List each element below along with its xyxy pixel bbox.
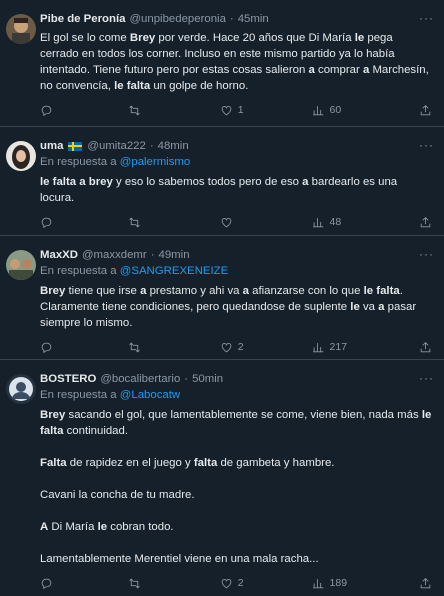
views-count: 189 — [329, 577, 348, 589]
reply-icon — [41, 342, 52, 353]
like-count: 2 — [237, 341, 244, 353]
views-icon — [312, 105, 323, 115]
timestamp[interactable]: 49min — [159, 249, 190, 261]
reply-prefix: En respuesta a — [40, 265, 117, 277]
timestamp[interactable]: 45min — [238, 13, 269, 25]
tweet-text: El gol se lo come Brey por verde. Hace 2… — [40, 32, 429, 92]
reply-context: En respuesta a @palermismo — [40, 156, 432, 172]
reply-button[interactable] — [40, 577, 128, 590]
tweet[interactable]: BOSTERO @bocalibertario · 50min ··· En r… — [0, 360, 444, 596]
reply-mention-link[interactable]: @SANGREXENEIZE — [120, 265, 228, 277]
retweet-button[interactable] — [128, 577, 220, 590]
tweet[interactable]: Pibe de Peronía @unpibedeperonia · 45min… — [0, 0, 444, 127]
retweet-button[interactable] — [128, 104, 220, 117]
action-bar: 1 60 — [40, 94, 432, 126]
reply-button[interactable] — [40, 216, 128, 229]
share-icon — [420, 104, 431, 115]
views-count: 217 — [329, 341, 348, 353]
share-icon — [420, 341, 431, 352]
more-icon[interactable]: ··· — [419, 371, 434, 385]
separator-dot: · — [184, 373, 189, 385]
share-icon — [420, 577, 431, 588]
action-bar: 48 — [40, 206, 432, 238]
share-button[interactable] — [419, 104, 432, 117]
reply-prefix: En respuesta a — [40, 156, 117, 168]
share-button[interactable] — [419, 216, 432, 229]
author-handle[interactable]: @bocalibertario — [100, 373, 180, 385]
views-count: 60 — [329, 104, 342, 116]
separator-dot: · — [149, 140, 154, 152]
more-icon[interactable]: ··· — [419, 11, 434, 25]
views-icon — [312, 342, 323, 352]
retweet-icon — [129, 578, 140, 588]
author-handle[interactable]: @umita222 — [87, 140, 145, 152]
reply-icon — [41, 578, 52, 589]
avatar[interactable] — [6, 141, 36, 171]
avatar[interactable] — [6, 374, 36, 404]
avatar[interactable] — [6, 250, 36, 280]
reply-mention-link[interactable]: @Labocatw — [120, 389, 180, 401]
views-button[interactable]: 217 — [312, 341, 419, 354]
action-bar: 2 189 — [40, 567, 432, 596]
views-count: 48 — [329, 216, 342, 228]
like-icon — [221, 105, 231, 115]
separator-dot: · — [229, 13, 234, 25]
tweet-text: Brey sacando el gol, que lamentablemente… — [40, 409, 432, 565]
separator-dot: · — [150, 249, 155, 261]
author-name[interactable]: BOSTERO — [40, 373, 96, 385]
avatar[interactable] — [6, 14, 36, 44]
action-bar: 2 217 — [40, 331, 432, 363]
author-handle[interactable]: @unpibedeperonia — [129, 13, 225, 25]
like-icon — [221, 342, 231, 352]
like-count: 2 — [237, 577, 244, 589]
share-button[interactable] — [419, 577, 432, 590]
timestamp[interactable]: 50min — [192, 373, 223, 385]
views-icon — [312, 217, 323, 227]
reply-icon — [41, 105, 52, 116]
like-button[interactable]: 1 — [220, 104, 312, 117]
like-button[interactable]: 2 — [220, 577, 312, 590]
tweet-text: le falta a brey y eso lo sabemos todos p… — [40, 176, 398, 204]
reply-context: En respuesta a @SANGREXENEIZE — [40, 265, 432, 281]
more-icon[interactable]: ··· — [419, 138, 434, 152]
reply-button[interactable] — [40, 341, 128, 354]
like-button[interactable]: 2 — [220, 341, 312, 354]
reply-context: En respuesta a @Labocatw — [40, 389, 432, 405]
timestamp[interactable]: 48min — [158, 140, 189, 152]
like-button[interactable] — [220, 216, 312, 229]
share-icon — [420, 216, 431, 227]
reply-icon — [41, 217, 52, 228]
retweet-icon — [129, 105, 140, 115]
reply-button[interactable] — [40, 104, 128, 117]
like-icon — [221, 578, 231, 588]
tweet-text: Brey tiene que irse a prestamo y ahi va … — [40, 285, 417, 329]
tweet[interactable]: uma @umita222 · 48min ··· En respuesta a… — [0, 127, 444, 236]
retweet-icon — [129, 217, 140, 227]
tweet[interactable]: MaxXD @maxxdemr · 49min ··· En respuesta… — [0, 236, 444, 360]
views-button[interactable]: 60 — [312, 104, 419, 117]
like-icon — [221, 217, 231, 227]
timeline-feed: Pibe de Peronía @unpibedeperonia · 45min… — [0, 0, 444, 596]
views-button[interactable]: 189 — [312, 577, 419, 590]
reply-prefix: En respuesta a — [40, 389, 117, 401]
retweet-button[interactable] — [128, 216, 220, 229]
share-button[interactable] — [419, 341, 432, 354]
views-button[interactable]: 48 — [312, 216, 419, 229]
retweet-icon — [129, 342, 140, 352]
author-name[interactable]: uma — [40, 140, 63, 152]
retweet-button[interactable] — [128, 341, 220, 354]
reply-mention-link[interactable]: @palermismo — [120, 156, 190, 168]
author-name[interactable]: Pibe de Peronía — [40, 13, 125, 25]
like-count: 1 — [237, 104, 244, 116]
author-handle[interactable]: @maxxdemr — [82, 249, 147, 261]
views-icon — [312, 578, 323, 588]
more-icon[interactable]: ··· — [419, 247, 434, 261]
author-name[interactable]: MaxXD — [40, 249, 78, 261]
sweden-flag-icon — [68, 141, 83, 151]
